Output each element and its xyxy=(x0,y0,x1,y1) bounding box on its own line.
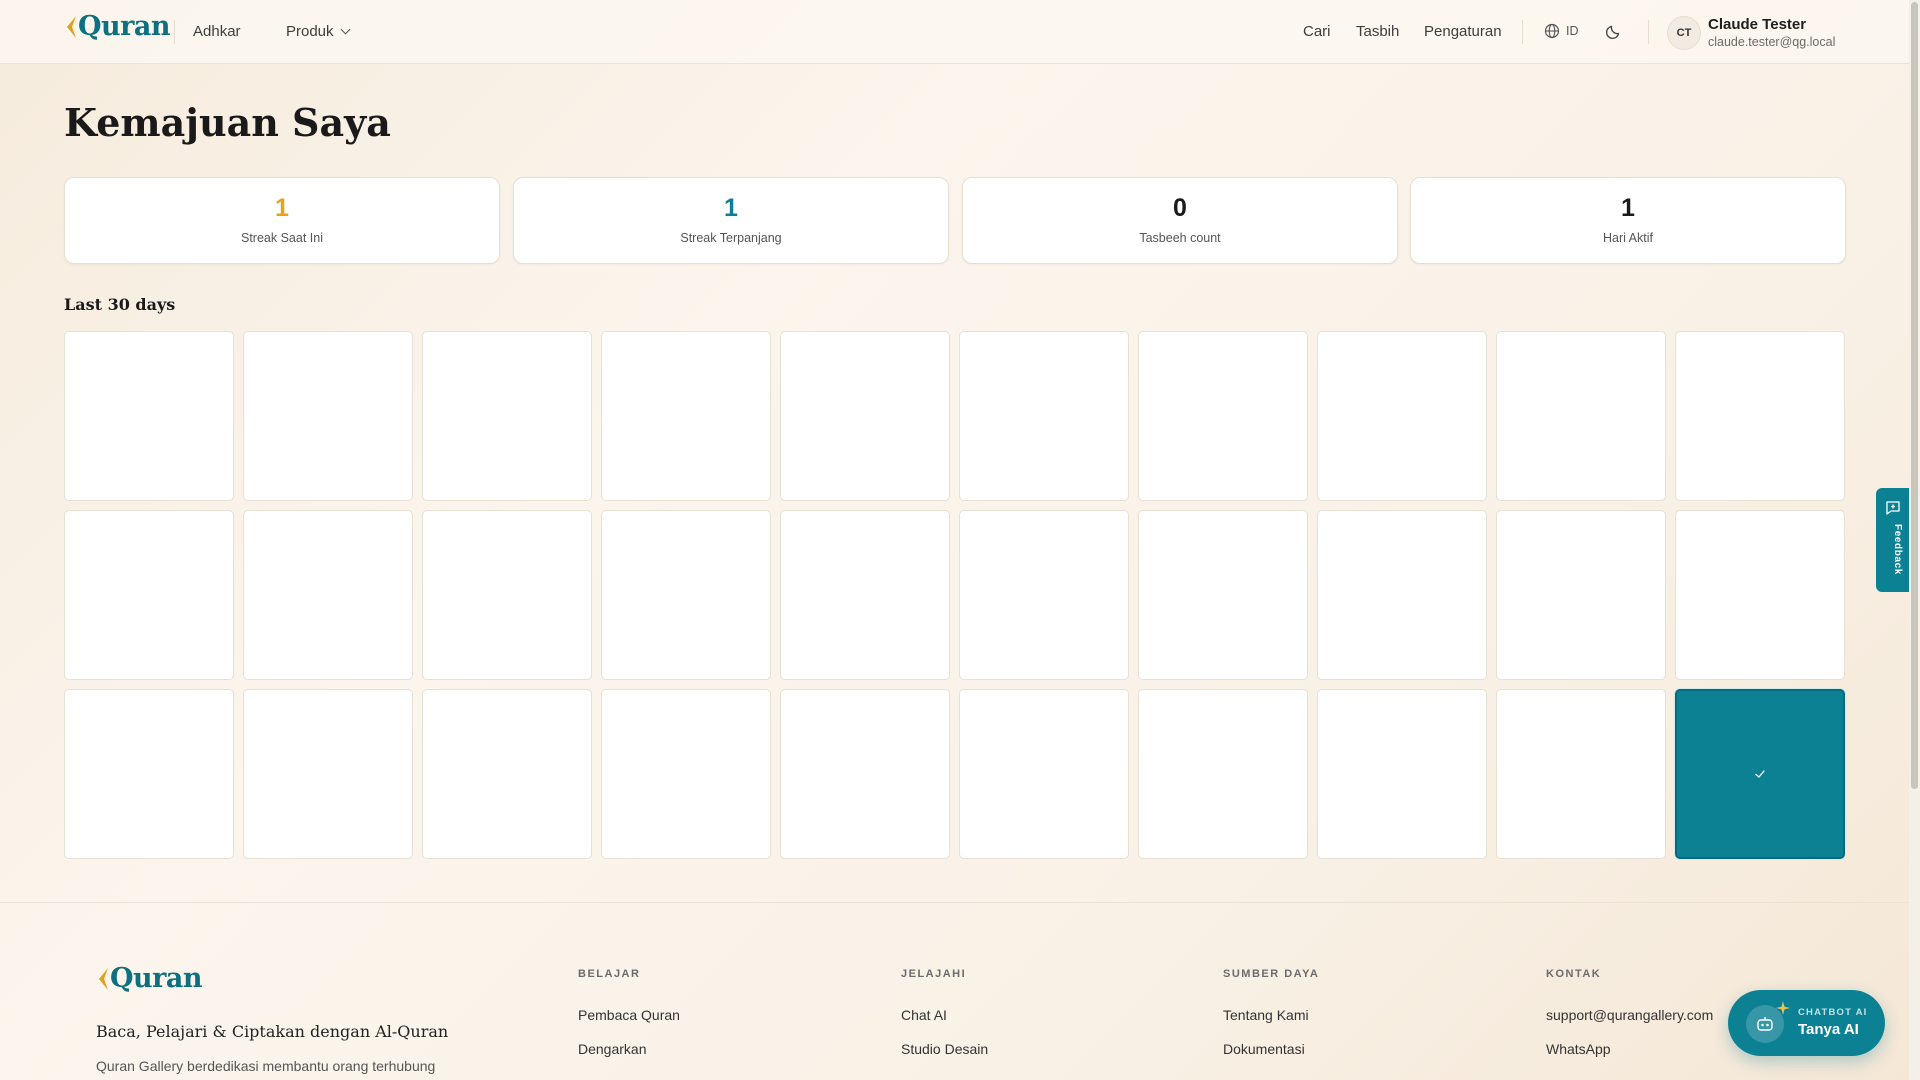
stat-label: Tasbeeh count xyxy=(1139,231,1221,245)
logo-text: Quran xyxy=(78,11,171,42)
day-cell-active xyxy=(1675,689,1845,859)
stat-card-current-streak: 1 Streak Saat Ini xyxy=(64,177,500,264)
footer-link-dengarkan[interactable]: Dengarkan xyxy=(578,1041,647,1057)
stat-card-active-days: 1 Hari Aktif xyxy=(1410,177,1846,264)
chatbot-label: Tanya AI xyxy=(1798,1021,1859,1038)
theme-toggle[interactable] xyxy=(1605,23,1622,44)
footer-logo[interactable]: Quran xyxy=(96,963,203,994)
day-cell xyxy=(780,510,950,680)
day-cell xyxy=(243,510,413,680)
footer-description: Quran Gallery berdedikasi membantu orang… xyxy=(96,1058,436,1074)
day-cell xyxy=(780,331,950,501)
day-cell xyxy=(1496,331,1666,501)
day-cell xyxy=(601,331,771,501)
logo-text: Quran xyxy=(110,963,203,994)
footer-heading-sumber-daya: SUMBER DAYA xyxy=(1223,968,1320,980)
day-cell xyxy=(1138,331,1308,501)
day-cell xyxy=(422,689,592,859)
day-cell xyxy=(959,331,1129,501)
feedback-tab[interactable]: Feedback xyxy=(1876,488,1909,592)
day-cell xyxy=(243,331,413,501)
nav-tasbih[interactable]: Tasbih xyxy=(1356,23,1399,40)
stat-value: 1 xyxy=(275,194,289,222)
footer-tagline: Baca, Pelajari & Ciptakan dengan Al-Qura… xyxy=(96,1022,449,1041)
nav-produk-dropdown[interactable]: Produk xyxy=(286,23,350,40)
stat-label: Hari Aktif xyxy=(1602,231,1653,245)
day-cell xyxy=(1317,689,1487,859)
logo-mark-icon xyxy=(99,968,108,990)
footer-heading-jelajahi: JELAJAHI xyxy=(901,968,967,980)
footer-link-dokumentasi[interactable]: Dokumentasi xyxy=(1223,1041,1305,1057)
calendar-grid xyxy=(64,331,1845,862)
stat-value: 1 xyxy=(724,194,738,222)
check-icon xyxy=(1755,770,1765,778)
footer-link-pembaca-quran[interactable]: Pembaca Quran xyxy=(578,1007,680,1023)
scrollbar-thumb[interactable] xyxy=(1911,2,1918,789)
nav-cari[interactable]: Cari xyxy=(1303,23,1331,40)
day-cell xyxy=(64,689,234,859)
nav-produk-label: Produk xyxy=(286,23,334,40)
stat-label: Streak Saat Ini xyxy=(241,231,323,245)
day-cell xyxy=(422,331,592,501)
day-cell xyxy=(601,510,771,680)
day-cell xyxy=(243,689,413,859)
day-cell xyxy=(601,689,771,859)
divider xyxy=(174,20,175,44)
user-email: claude.tester@qg.local xyxy=(1708,35,1836,49)
chevron-down-icon xyxy=(340,24,350,35)
footer-link-whatsapp[interactable]: WhatsApp xyxy=(1546,1041,1611,1057)
stat-label: Streak Terpanjang xyxy=(680,231,782,245)
logo-mark-icon xyxy=(67,16,76,38)
footer-divider xyxy=(0,902,1909,903)
page-scrollbar[interactable] xyxy=(1909,0,1920,1080)
divider xyxy=(1522,20,1523,44)
stat-card-longest-streak: 1 Streak Terpanjang xyxy=(513,177,949,264)
footer-heading-belajar: BELAJAR xyxy=(578,968,641,980)
stat-card-tasbeeh-count: 0 Tasbeeh count xyxy=(962,177,1398,264)
user-name[interactable]: Claude Tester xyxy=(1708,16,1806,33)
avatar[interactable]: CT xyxy=(1667,16,1701,50)
day-cell xyxy=(1496,510,1666,680)
day-cell xyxy=(1496,689,1666,859)
footer-link-support-email[interactable]: support@qurangallery.com xyxy=(1546,1007,1713,1023)
logo[interactable]: Quran xyxy=(64,11,171,42)
day-cell xyxy=(64,510,234,680)
globe-icon xyxy=(1544,23,1560,39)
chatbot-button[interactable]: CHATBOT AI Tanya AI xyxy=(1728,990,1885,1056)
day-cell xyxy=(1675,510,1845,680)
day-cell xyxy=(1138,689,1308,859)
footer-heading-kontak: KONTAK xyxy=(1546,968,1602,980)
feedback-label: Feedback xyxy=(1892,524,1903,575)
moon-icon xyxy=(1605,25,1620,40)
page-title: Kemajuan Saya xyxy=(64,100,391,145)
day-cell xyxy=(1317,510,1487,680)
divider xyxy=(1648,20,1649,44)
feedback-message-icon xyxy=(1886,501,1900,515)
day-cell xyxy=(959,689,1129,859)
language-switcher[interactable]: ID xyxy=(1544,23,1579,39)
stat-value: 0 xyxy=(1173,194,1187,222)
language-label: ID xyxy=(1566,24,1579,38)
nav-adhkar[interactable]: Adhkar xyxy=(193,23,241,40)
day-cell xyxy=(1138,510,1308,680)
footer-link-chat-ai[interactable]: Chat AI xyxy=(901,1007,947,1023)
day-cell xyxy=(64,331,234,501)
day-cell xyxy=(780,689,950,859)
footer-link-tentang-kami[interactable]: Tentang Kami xyxy=(1223,1007,1309,1023)
day-cell xyxy=(1317,331,1487,501)
footer-link-studio-desain[interactable]: Studio Desain xyxy=(901,1041,988,1057)
section-title-last-30-days: Last 30 days xyxy=(64,295,176,314)
day-cell xyxy=(959,510,1129,680)
top-navbar: Quran Adhkar Produk Cari Tasbih Pengatur… xyxy=(0,0,1909,64)
robot-icon xyxy=(1757,1017,1773,1031)
sparkle-icon xyxy=(1776,1001,1790,1015)
stat-value: 1 xyxy=(1621,194,1635,222)
nav-pengaturan[interactable]: Pengaturan xyxy=(1424,23,1502,40)
day-cell xyxy=(422,510,592,680)
day-cell xyxy=(1675,331,1845,501)
chatbot-sub-label: CHATBOT AI xyxy=(1798,1007,1868,1018)
